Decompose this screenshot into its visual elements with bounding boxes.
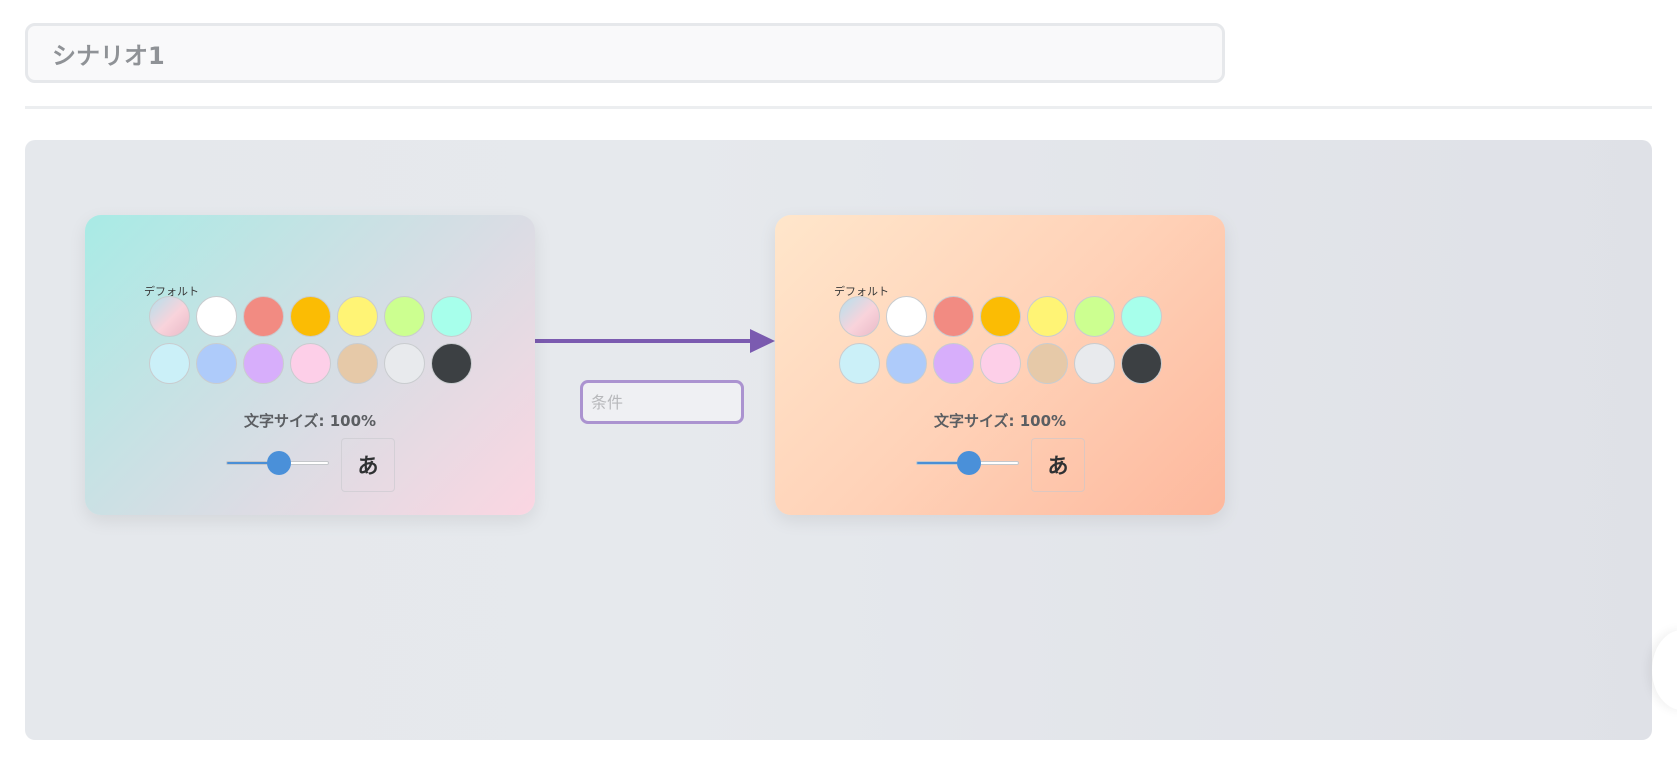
color-swatch-blue[interactable] [886,343,927,384]
header-divider [25,106,1652,109]
color-swatch-white[interactable] [196,296,237,337]
font-size-slider-thumb[interactable] [266,451,291,475]
color-swatch-default[interactable] [839,296,880,337]
color-swatch-light-blue[interactable] [839,343,880,384]
color-swatch-white[interactable] [886,296,927,337]
color-swatch-blue[interactable] [196,343,237,384]
color-swatch-red[interactable] [933,296,974,337]
color-swatch-teal[interactable] [1121,296,1162,337]
color-swatch-pink[interactable] [290,343,331,384]
color-swatch-purple[interactable] [243,343,284,384]
font-size-slider-thumb[interactable] [956,451,981,475]
font-size-slider[interactable] [916,451,1019,475]
color-swatch-yellow[interactable] [1027,296,1068,337]
font-size-slider[interactable] [226,451,329,475]
color-swatch-dark[interactable] [431,343,472,384]
color-swatch-teal[interactable] [431,296,472,337]
color-swatch-yellow[interactable] [337,296,378,337]
color-swatch-default[interactable] [149,296,190,337]
font-preview: あ [341,438,395,492]
scenario-node-2[interactable]: デフォルト 文字サイズ: 100% あ [775,215,1225,515]
scenario-title-input[interactable] [28,26,1222,80]
color-swatch-red[interactable] [243,296,284,337]
color-swatch-gray[interactable] [384,343,425,384]
color-swatch-orange[interactable] [290,296,331,337]
condition-input[interactable] [583,383,741,421]
scenario-title-field[interactable] [25,23,1225,83]
color-swatch-green[interactable] [384,296,425,337]
color-palette [149,296,479,384]
color-swatch-light-blue[interactable] [149,343,190,384]
condition-field[interactable] [580,380,744,424]
color-swatch-brown[interactable] [337,343,378,384]
edge-arrowhead-icon [750,329,775,353]
font-size-label: 文字サイズ: 100% [933,412,1067,430]
color-swatch-gray[interactable] [1074,343,1115,384]
color-swatch-brown[interactable] [1027,343,1068,384]
color-swatch-green[interactable] [1074,296,1115,337]
font-preview: あ [1031,438,1085,492]
flow-canvas[interactable]: デフォルト 文字サイズ: 100% あ デフォルト [25,140,1652,740]
color-swatch-purple[interactable] [933,343,974,384]
color-palette [839,296,1169,384]
floating-action-edge[interactable] [1652,630,1677,710]
color-swatch-orange[interactable] [980,296,1021,337]
font-size-label: 文字サイズ: 100% [243,412,377,430]
color-swatch-pink[interactable] [980,343,1021,384]
scenario-node-1[interactable]: デフォルト 文字サイズ: 100% あ [85,215,535,515]
color-swatch-dark[interactable] [1121,343,1162,384]
